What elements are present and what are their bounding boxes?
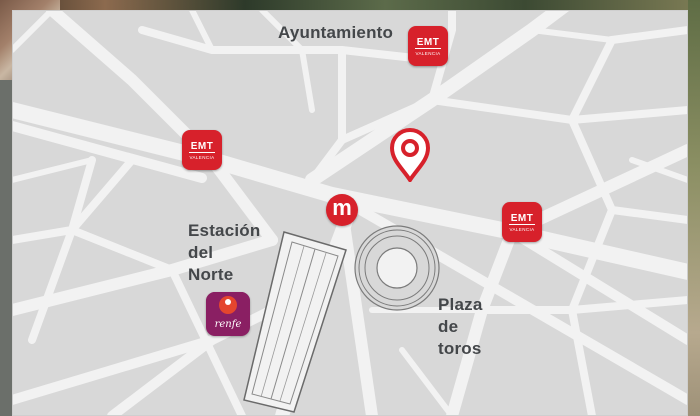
metro-icon[interactable]: m: [326, 194, 358, 226]
emt-bus-icon[interactable]: EMT VALENCIA: [502, 202, 542, 242]
metro-marker-text: m: [332, 195, 352, 220]
label-ayuntamiento: Ayuntamiento: [278, 23, 394, 42]
renfe-train-icon[interactable]: renfe: [206, 292, 250, 336]
label-plaza-line-3: toros: [438, 339, 482, 358]
emt-marker-text: EMT: [189, 141, 215, 153]
renfe-marker-text: renfe: [214, 319, 242, 330]
label-estacion-line-2: del: [188, 243, 214, 262]
emt-bus-icon[interactable]: EMT VALENCIA: [182, 130, 222, 170]
location-pin-icon[interactable]: [388, 126, 432, 182]
emt-marker-text: EMT: [415, 37, 441, 49]
label-estacion-line-3: Norte: [188, 265, 234, 284]
renfe-logo-dot: [225, 299, 231, 305]
label-plaza-de-toros: Plaza de toros: [438, 294, 482, 360]
emt-marker-subtext: VALENCIA: [509, 227, 535, 232]
label-plaza-line-1: Plaza: [438, 295, 483, 314]
emt-marker-subtext: VALENCIA: [415, 51, 441, 56]
emt-marker-text: EMT: [509, 213, 535, 225]
map-viewport: Ayuntamiento Estación del Norte Plaza de…: [0, 0, 700, 416]
map-canvas[interactable]: Ayuntamiento Estación del Norte Plaza de…: [12, 10, 688, 416]
background-photo-right: [688, 0, 700, 416]
bullring-outline: [354, 225, 440, 311]
emt-marker-subtext: VALENCIA: [189, 155, 215, 160]
label-plaza-line-2: de: [438, 317, 459, 336]
emt-bus-icon[interactable]: EMT VALENCIA: [408, 26, 448, 66]
label-estacion-line-1: Estación: [188, 221, 261, 240]
label-estacion-del-norte: Estación del Norte: [188, 220, 260, 286]
